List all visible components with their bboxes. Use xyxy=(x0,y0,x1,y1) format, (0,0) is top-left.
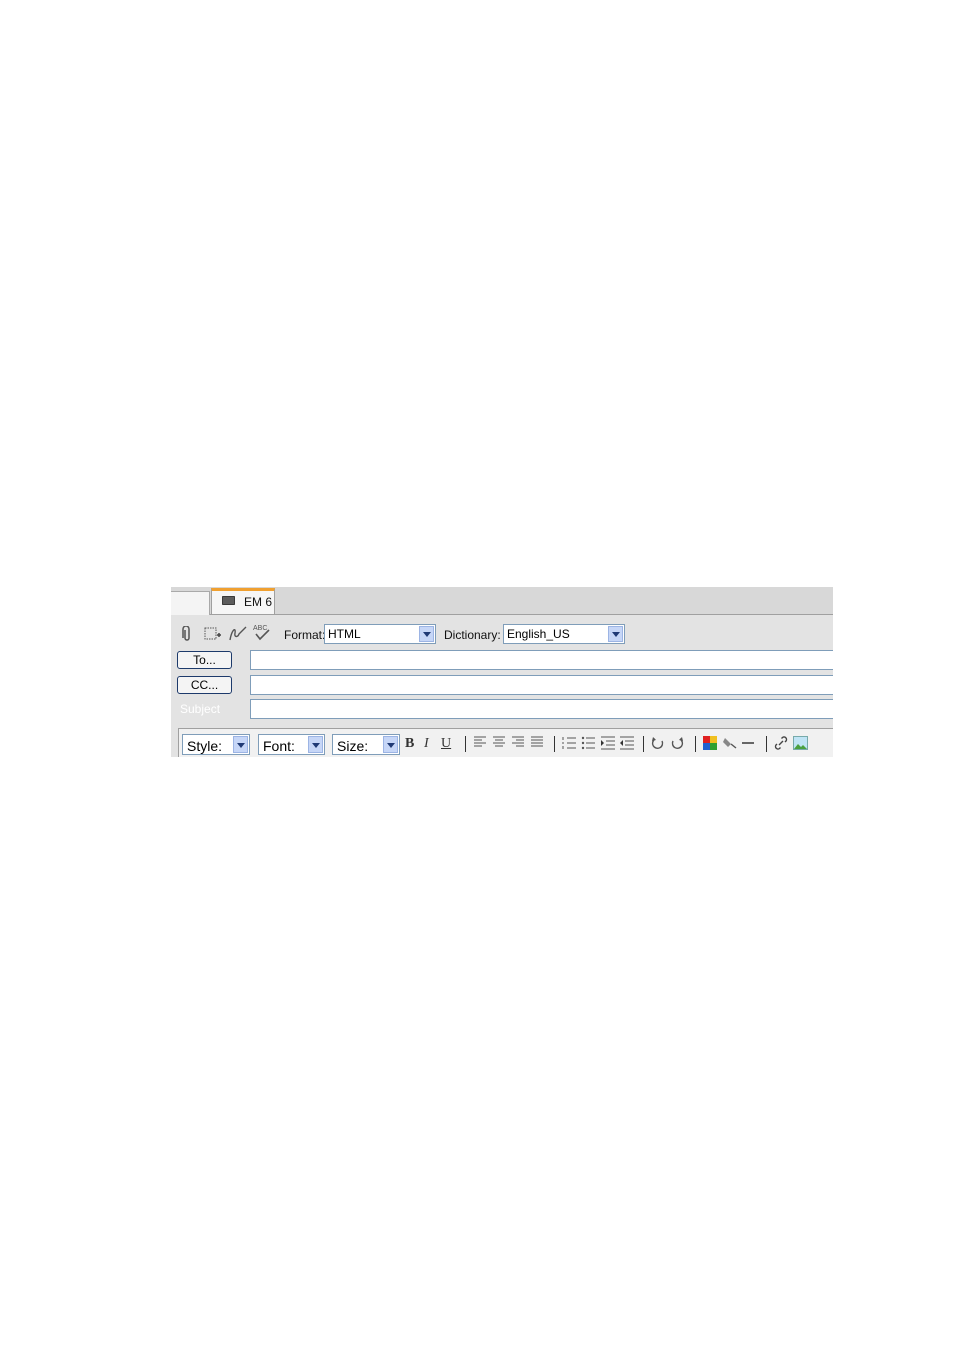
address-book-icon[interactable] xyxy=(204,626,222,644)
text-color-icon[interactable] xyxy=(703,736,717,754)
svg-text:ABC: ABC xyxy=(253,625,267,632)
underline-button[interactable]: U xyxy=(441,736,451,752)
bulleted-list-icon[interactable] xyxy=(581,736,596,754)
toolbar-divider xyxy=(554,736,555,752)
chevron-down-icon[interactable] xyxy=(608,626,623,642)
signature-icon[interactable] xyxy=(228,625,248,645)
redo-icon[interactable] xyxy=(670,736,684,754)
paperclip-icon[interactable] xyxy=(182,625,192,645)
to-field[interactable] xyxy=(250,650,833,670)
style-select-value: Style: xyxy=(187,738,223,754)
italic-button[interactable]: I xyxy=(424,736,429,752)
toolbar-divider xyxy=(695,736,696,752)
toolbar-divider xyxy=(643,736,644,752)
tab-em-6[interactable]: EM 6 xyxy=(211,588,275,614)
chevron-down-icon[interactable] xyxy=(233,736,248,753)
dictionary-label: Dictionary: xyxy=(444,628,501,642)
format-select[interactable]: HTML xyxy=(324,624,436,644)
email-icon xyxy=(222,596,235,605)
format-select-value: HTML xyxy=(328,627,361,641)
undo-icon[interactable] xyxy=(651,736,665,754)
to-button[interactable]: To... xyxy=(177,651,232,669)
spellcheck-icon[interactable]: ABC xyxy=(252,623,272,644)
cc-field[interactable] xyxy=(250,675,833,695)
horizontal-rule-icon[interactable] xyxy=(741,736,755,754)
toolbar-divider xyxy=(465,736,466,752)
tab-previous[interactable] xyxy=(171,591,210,615)
dictionary-select[interactable]: English_US xyxy=(503,624,625,644)
link-icon[interactable] xyxy=(774,736,788,754)
tab-strip: EM 6 xyxy=(171,587,833,615)
outdent-icon[interactable] xyxy=(619,736,635,754)
size-select-value: Size: xyxy=(337,738,369,754)
align-justify-icon[interactable] xyxy=(530,736,544,752)
chevron-down-icon[interactable] xyxy=(308,736,323,753)
style-select[interactable]: Style: xyxy=(182,734,250,755)
image-icon[interactable] xyxy=(793,736,808,754)
size-select[interactable]: Size: xyxy=(332,734,400,755)
dictionary-select-value: English_US xyxy=(507,627,570,641)
formatting-toolbar: Style: Font: Size: B I U xyxy=(178,728,833,757)
indent-icon[interactable] xyxy=(600,736,616,754)
font-select[interactable]: Font: xyxy=(258,734,325,755)
toolbar-divider xyxy=(766,736,767,752)
chevron-down-icon[interactable] xyxy=(383,736,398,753)
numbered-list-icon[interactable] xyxy=(562,736,577,754)
chevron-down-icon[interactable] xyxy=(419,626,434,642)
tab-label: EM 6 xyxy=(244,595,273,609)
format-label: Format: xyxy=(284,628,326,642)
email-compose-panel: EM 6 ABC Format: HTML Dictionary: Englis… xyxy=(171,587,833,757)
align-center-icon[interactable] xyxy=(492,736,506,752)
align-right-icon[interactable] xyxy=(511,736,525,752)
bold-button[interactable]: B xyxy=(405,736,414,752)
subject-label: Subject xyxy=(180,702,221,716)
align-left-icon[interactable] xyxy=(473,736,487,752)
font-select-value: Font: xyxy=(263,738,295,754)
cc-button[interactable]: CC... xyxy=(177,676,232,694)
highlight-icon[interactable] xyxy=(722,736,738,754)
subject-field[interactable] xyxy=(250,699,833,719)
